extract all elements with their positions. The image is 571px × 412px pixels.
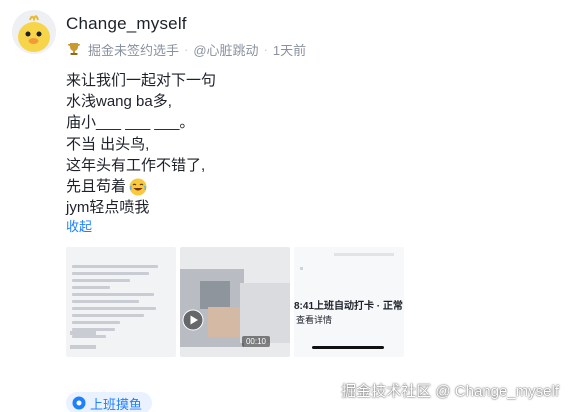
post-meta: 掘金未签约选手 · @心脏跳动 · 1天前 xyxy=(66,40,306,58)
post-video-thumbnail[interactable]: 00:10 xyxy=(180,247,290,357)
meta-separator: · xyxy=(184,41,189,57)
topic-chip[interactable]: 上班摸鱼 xyxy=(66,392,153,412)
topic-circle-icon xyxy=(72,396,86,410)
post-time: 1天前 xyxy=(272,42,307,58)
username[interactable]: Change_myself xyxy=(66,14,187,34)
play-icon[interactable] xyxy=(182,309,204,331)
content-line: 先且苟着 xyxy=(66,176,546,197)
post-content: 来让我们一起对下一句 水浅wang ba多, 庙小___ ___ ___。 不当… xyxy=(66,70,546,218)
watermark: 掘金技术社区 @ Change_myself xyxy=(341,383,559,400)
content-line: 水浅wang ba多, xyxy=(66,93,172,111)
collapse-link[interactable]: 收起 xyxy=(66,216,92,235)
home-indicator xyxy=(312,346,384,349)
user-badge[interactable]: 掘金未签约选手 xyxy=(88,40,179,59)
mentioned-topic[interactable]: @心脏跳动 xyxy=(193,40,258,59)
duck-avatar-icon xyxy=(12,10,56,54)
topic-chip-label: 上班摸鱼 xyxy=(90,396,143,412)
meta-separator: · xyxy=(263,41,268,57)
clock-in-caption: 8:41上班自动打卡 · 正常 xyxy=(294,301,403,312)
post-image-thumbnail[interactable] xyxy=(66,247,176,357)
laughing-emoji-icon xyxy=(129,178,147,196)
content-line: 来让我们一起对下一句 xyxy=(66,72,217,89)
video-duration: 00:10 xyxy=(241,336,270,347)
document-screenshot-preview xyxy=(72,261,168,342)
content-line: jym轻点喷我 xyxy=(66,199,150,217)
avatar[interactable] xyxy=(12,10,56,54)
content-line: 这年头有工作不错了, xyxy=(66,156,206,174)
content-line: 不当 出头鸟, xyxy=(66,135,150,153)
content-line: 庙小___ ___ ___。 xyxy=(66,114,195,132)
clock-in-detail: 查看详情 xyxy=(296,315,333,325)
trophy-icon xyxy=(68,43,80,55)
post-image-thumbnail[interactable]: 8:41上班自动打卡 · 正常 查看详情 xyxy=(294,247,404,357)
